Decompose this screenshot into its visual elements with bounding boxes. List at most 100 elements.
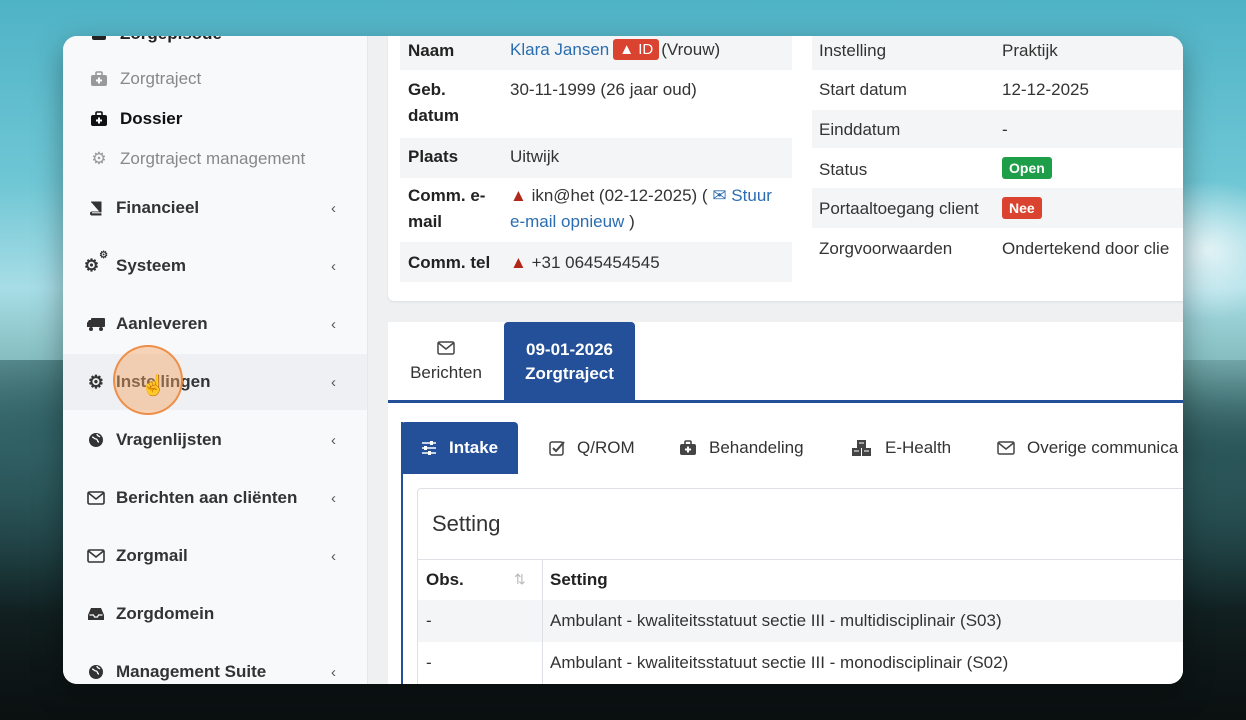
warning-icon: ▲ [510,253,527,272]
chevron-left-icon: ‹ [331,489,336,507]
sidebar: Zorgepisode Zorgtraject Dossier ⚙ Zorgtr… [63,36,368,684]
medkit-icon [679,440,697,456]
book-icon [85,200,107,216]
chevron-left-icon: ‹ [331,547,336,565]
sidebar-item-financieel[interactable]: Financieel ‹ [63,180,367,236]
subtab-qrom[interactable]: Q/ROM [549,422,635,474]
sub-tabs: Intake Q/ROM Behandeling E-Health Overig… [401,422,1183,474]
table-row: - Ambulant - kwaliteitsstatuut sectie II… [418,600,1183,642]
start-label: Start datum [819,80,907,99]
geb-value: 30-11-1999 (26 jaar oud) [510,80,697,99]
email-label-2: mail [408,212,443,231]
sidebar-item-label: Zorgdomein [116,604,215,623]
resend-email-link[interactable]: Stuur [731,186,772,205]
gear-icon: ⚙ [91,149,107,168]
gender-value: (Vrouw) [661,39,721,59]
status-open-badge: Open [1002,157,1052,179]
sidebar-item-zorgtraject-management[interactable]: ⚙ Zorgtraject management [89,149,305,169]
subtab-intake[interactable]: Intake [401,422,519,474]
resend-email-link-2[interactable]: e-mail opnieuw [510,212,624,231]
email-value: ▲ ikn@het (02-12-2025) ( ✉ Stuur [510,186,772,206]
subtab-label: Q/ROM [577,438,635,457]
id-warning-badge[interactable]: ▲ ID [613,39,660,60]
subtab-overige-communicatie[interactable]: Overige communica [997,422,1178,474]
plaats-label: Plaats [408,147,459,166]
sidebar-item-label: Zorgtraject management [120,149,306,168]
column-divider [542,559,543,684]
sidebar-item-management-suite[interactable]: Management Suite ‹ [63,644,367,684]
medkit-icon [89,111,109,127]
subtab-behandeling[interactable]: Behandeling [679,422,804,474]
app-window: Zorgepisode Zorgtraject Dossier ⚙ Zorgtr… [63,36,1183,684]
sidebar-item-dossier[interactable]: Dossier [89,109,182,129]
email-close-paren: ) [629,212,635,231]
envelope-icon[interactable]: ✉ [712,186,726,205]
tab-berichten[interactable]: Berichten [388,322,504,402]
sidebar-item-systeem[interactable]: ⚙ ⚙ Systeem ‹ [63,238,367,294]
main-content: Naam Klara Jansen ▲ ID (Vrouw) Geb. datu… [368,36,1183,684]
sidebar-item-label: Dossier [120,109,183,128]
tel-label: Comm. tel [408,253,491,272]
globe-icon [85,432,107,448]
setting-panel: Setting Obs. ⇅ Setting - Ambulant - kwal… [417,488,1183,684]
medkit-icon [89,36,109,41]
sidebar-item-aanleveren[interactable]: Aanleveren ‹ [63,296,367,352]
tab-zorgtraject[interactable]: 09-01-2026 Zorgtraject [504,322,635,402]
panel-title: Setting [432,511,501,536]
envelope-icon [85,491,107,505]
email-label-1: Comm. e- [408,186,486,205]
subtab-label: Intake [449,438,499,457]
geb-label-2: datum [408,106,459,125]
naam-label: Naam [408,41,455,60]
email-text: ikn@het (02-12-2025) ( [531,186,708,205]
sidebar-item-zorgtraject[interactable]: Zorgtraject [89,69,201,89]
tab-label: Zorgtraject [525,364,614,383]
sidebar-item-vragenlijsten[interactable]: Vragenlijsten ‹ [63,412,367,468]
chevron-left-icon: ‹ [331,373,336,391]
sidebar-item-label: Aanleveren [116,314,208,333]
subtab-label: Overige communica [1027,438,1179,457]
tabs-divider [388,400,1183,403]
sliders-icon [421,441,437,455]
instelling-value: Praktijk [1002,41,1058,60]
sidebar-item-label: Zorgmail [116,546,188,565]
tab-date: 09-01-2026 [526,340,613,359]
chevron-left-icon: ‹ [331,257,336,275]
subtab-label: E-Health [885,438,952,457]
envelope-icon [85,549,107,563]
sidebar-item-label: Zorgepisode [120,36,222,44]
check-square-icon [549,440,565,456]
column-header-obs[interactable]: Obs. [426,570,464,590]
globe-icon [85,664,107,680]
sidebar-item-zorgmail[interactable]: Zorgmail ‹ [63,528,367,584]
voorwaarden-value: Ondertekend door clie [1002,239,1170,258]
column-header-setting[interactable]: Setting [550,570,608,590]
sidebar-item-zorgdomein[interactable]: Zorgdomein [63,586,367,642]
subtab-ehealth[interactable]: E-Health [851,422,951,474]
sidebar-item-instellingen[interactable]: ⚙ Instellingen ‹ [63,354,367,410]
naam-value: Klara Jansen ▲ ID (Vrouw) [510,39,720,60]
tel-text: +31 0645454545 [531,253,660,272]
status-label: Status [819,160,868,179]
sidebar-item-label: Zorgtraject [120,69,202,88]
envelope-icon [388,340,504,360]
sidebar-item-label: Management Suite [116,662,267,681]
gear-icon: ⚙ [87,371,105,392]
chevron-left-icon: ‹ [331,315,336,333]
client-name-link[interactable]: Klara Jansen [510,40,609,60]
status-badge: Open [1002,157,1052,179]
sidebar-item-berichten-aan-clienten[interactable]: Berichten aan cliënten ‹ [63,470,367,526]
warning-icon: ▲ [619,41,635,58]
chevron-left-icon: ‹ [331,431,336,449]
subtab-label: Behandeling [709,438,804,457]
voorwaarden-label: Zorgvoorwaarden [819,239,953,258]
envelope-icon [997,441,1015,455]
cogs-icon: ⚙ ⚙ [83,250,109,275]
warning-icon: ▲ [510,186,527,205]
eind-label: Einddatum [819,120,901,139]
sort-icon[interactable]: ⇅ [514,571,526,588]
sidebar-item-zorgepisode[interactable]: Zorgepisode [89,36,222,44]
cell-setting: Ambulant - kwaliteitsstatuut sectie III … [550,653,1009,672]
cubes-icon [851,439,873,457]
portaal-nee-badge: Nee [1002,197,1042,219]
